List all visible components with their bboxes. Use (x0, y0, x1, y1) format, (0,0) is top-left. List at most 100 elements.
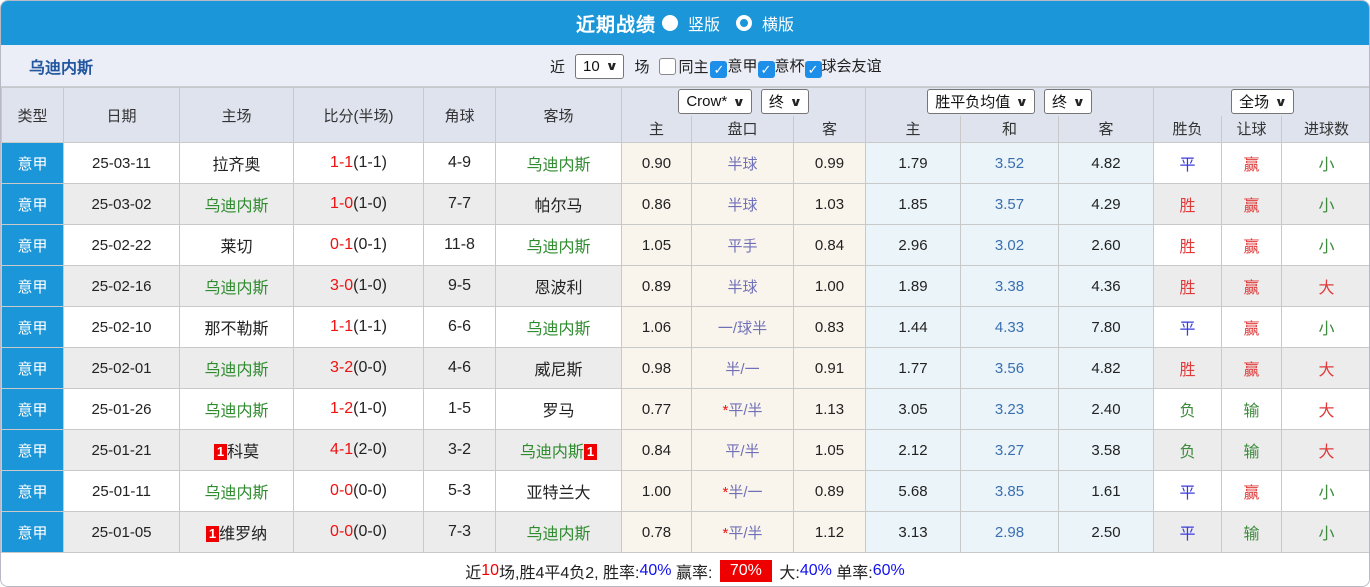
avg-home-cell: 3.13 (865, 511, 962, 553)
date-cell: 25-03-11 (63, 142, 180, 184)
away-team-cell: 乌迪内斯 (495, 306, 622, 348)
handicap-value: 平/半 (725, 442, 760, 460)
footer-part: 40% (799, 561, 832, 579)
league-checkbox-label[interactable]: 意甲 (727, 58, 757, 75)
handicap-cell: *平/半 (691, 511, 794, 553)
score-halftime: (1-1) (353, 154, 387, 171)
horizontal-layout-label[interactable]: 横版 (762, 11, 794, 35)
filter-bar: 乌迪内斯 近 10 ∨ 场 同主 ✓ 意甲 ✓ 意杯 ✓ 球会友谊 (1, 45, 1369, 87)
league-cell: 意甲 (1, 306, 64, 348)
avg-away-cell: 7.80 (1058, 306, 1155, 348)
games-label: 场 (634, 58, 650, 76)
match-row[interactable]: 意甲 25-02-01 乌迪内斯 3-2(0-0) 4-6 威尼斯 0.98 半… (1, 347, 1369, 389)
home-team-name: 莱切 (220, 239, 253, 256)
score-cell: 1-0(1-0) (293, 183, 424, 225)
home-team-cell: 1 维罗纳 (179, 511, 294, 553)
match-row[interactable]: 意甲 25-03-02 乌迪内斯 1-0(1-0) 7-7 帕尔马 0.86 半… (1, 183, 1369, 225)
league-checkbox[interactable]: ✓ (757, 60, 775, 78)
scope-select[interactable]: 全场 ∨ (1231, 89, 1294, 115)
score-cell: 4-1(2-0) (293, 429, 424, 471)
match-row[interactable]: 意甲 25-01-05 1 维罗纳 0-0(0-0) 7-3 乌迪内斯 0.78 … (1, 511, 1369, 553)
horizontal-layout-radio[interactable] (736, 15, 752, 31)
footer-part: 60% (872, 561, 905, 579)
odds-away-cell: 0.99 (792, 142, 867, 184)
match-row[interactable]: 意甲 25-03-11 拉齐奥 1-1(1-1) 4-9 乌迪内斯 0.90 半… (1, 142, 1369, 184)
recent-count-select[interactable]: 10 ∨ (575, 53, 625, 79)
avg-away-cell: 4.29 (1058, 183, 1155, 225)
avg-draw-cell: 3.56 (960, 347, 1060, 389)
recent-label: 近 (550, 58, 566, 76)
avg-away-cell: 2.60 (1058, 224, 1155, 266)
corners-cell: 6-6 (423, 306, 496, 348)
handicap-result-cell: 输 (1221, 388, 1283, 430)
score-fulltime: 3-0 (330, 277, 354, 294)
odds-away-cell: 0.84 (792, 224, 867, 266)
avg-away-cell: 3.58 (1058, 429, 1155, 471)
odds-home-cell: 0.78 (621, 511, 692, 553)
corners-cell: 11-8 (423, 224, 496, 266)
match-row[interactable]: 意甲 25-02-16 乌迪内斯 3-0(1-0) 9-5 恩波利 0.89 半… (1, 265, 1369, 307)
match-row[interactable]: 意甲 25-02-10 那不勒斯 1-1(1-1) 6-6 乌迪内斯 1.06 … (1, 306, 1369, 348)
away-team-name: 恩波利 (534, 280, 583, 297)
vertical-layout-radio[interactable] (661, 15, 678, 31)
away-team-name: 乌迪内斯 (526, 157, 591, 174)
same-home-checkbox[interactable] (659, 57, 677, 75)
handicap-value: 平/半 (728, 524, 763, 542)
odds-home-cell: 0.84 (621, 429, 692, 471)
league-checkbox[interactable]: ✓ (804, 60, 822, 78)
header-away: 客场 (495, 87, 622, 143)
home-team-cell: 拉齐奥 (179, 142, 294, 184)
odds-dropdown-group: Crow* ∨ 终 ∨ (620, 87, 867, 116)
avg-odds-select[interactable]: 胜平负均值 ∨ (927, 89, 1036, 115)
match-row[interactable]: 意甲 25-01-11 乌迪内斯 0-0(0-0) 5-3 亚特兰大 1.00 … (1, 470, 1369, 512)
away-team-cell: 乌迪内斯 (495, 511, 622, 553)
home-team-name: 科莫 (227, 444, 260, 461)
away-team-name: 帕尔马 (534, 198, 583, 215)
date-cell: 25-01-11 (63, 470, 180, 512)
away-team-name: 威尼斯 (534, 362, 583, 379)
league-checkbox[interactable]: ✓ (710, 60, 728, 78)
avg-time-select[interactable]: 终 ∨ (1044, 89, 1092, 115)
red-card-badge: 1 (213, 444, 228, 460)
header-type: 类型 (1, 87, 64, 143)
score-halftime: (1-1) (353, 318, 387, 335)
result-cell: 胜 (1153, 183, 1223, 225)
chevron-down-icon: ∨ (1015, 94, 1029, 109)
goals-cell: 大 (1281, 388, 1369, 430)
match-row[interactable]: 意甲 25-01-26 乌迪内斯 1-2(1-0) 1-5 罗马 0.77 *平… (1, 388, 1369, 430)
league-checkbox-label[interactable]: 球会友谊 (822, 58, 882, 75)
bookmaker-time-select[interactable]: 终 ∨ (760, 89, 809, 115)
score-halftime: (2-0) (353, 441, 387, 458)
chevron-down-icon: ∨ (789, 94, 803, 109)
results-table: 类型 日期 主场 比分(半场) 角球 客场 Crow* ∨ 终 ∨ 胜平负均值 … (1, 87, 1369, 553)
league-checkbox-label[interactable]: 意杯 (775, 58, 805, 75)
date-cell: 25-01-21 (63, 429, 180, 471)
league-cell: 意甲 (1, 388, 64, 430)
match-row[interactable]: 意甲 25-01-21 1 科莫 4-1(2-0) 3-2 乌迪内斯 1 0.84 … (1, 429, 1369, 471)
home-team-name: 乌迪内斯 (204, 280, 269, 297)
corners-cell: 5-3 (423, 470, 496, 512)
vertical-layout-label[interactable]: 竖版 (688, 11, 720, 35)
avg-away-cell: 4.82 (1058, 142, 1155, 184)
corners-cell: 4-9 (423, 142, 496, 184)
bookmaker-select[interactable]: Crow* ∨ (678, 89, 752, 115)
score-cell: 1-2(1-0) (293, 388, 424, 430)
date-cell: 25-02-16 (63, 265, 180, 307)
handicap-cell: 半球 (691, 183, 794, 225)
home-team-cell: 莱切 (179, 224, 294, 266)
bookmaker-select-value: Crow* (686, 93, 728, 111)
away-team-cell: 恩波利 (495, 265, 622, 307)
league-cell: 意甲 (1, 429, 64, 471)
footer-part: 近 (465, 564, 482, 582)
avg-draw-cell: 3.27 (960, 429, 1060, 471)
footer-part: 40% (639, 561, 672, 579)
subheader-odds-away: 客 (792, 115, 867, 143)
footer-part: 10 (481, 561, 500, 579)
away-team-cell: 威尼斯 (495, 347, 622, 389)
match-row[interactable]: 意甲 25-02-22 莱切 0-1(0-1) 11-8 乌迪内斯 1.05 平… (1, 224, 1369, 266)
odds-away-cell: 1.05 (792, 429, 867, 471)
recent-count-value: 10 (583, 57, 600, 75)
score-fulltime: 3-2 (330, 359, 354, 376)
red-card-badge: 1 (583, 444, 598, 460)
subheader-odds-home: 主 (621, 115, 692, 143)
